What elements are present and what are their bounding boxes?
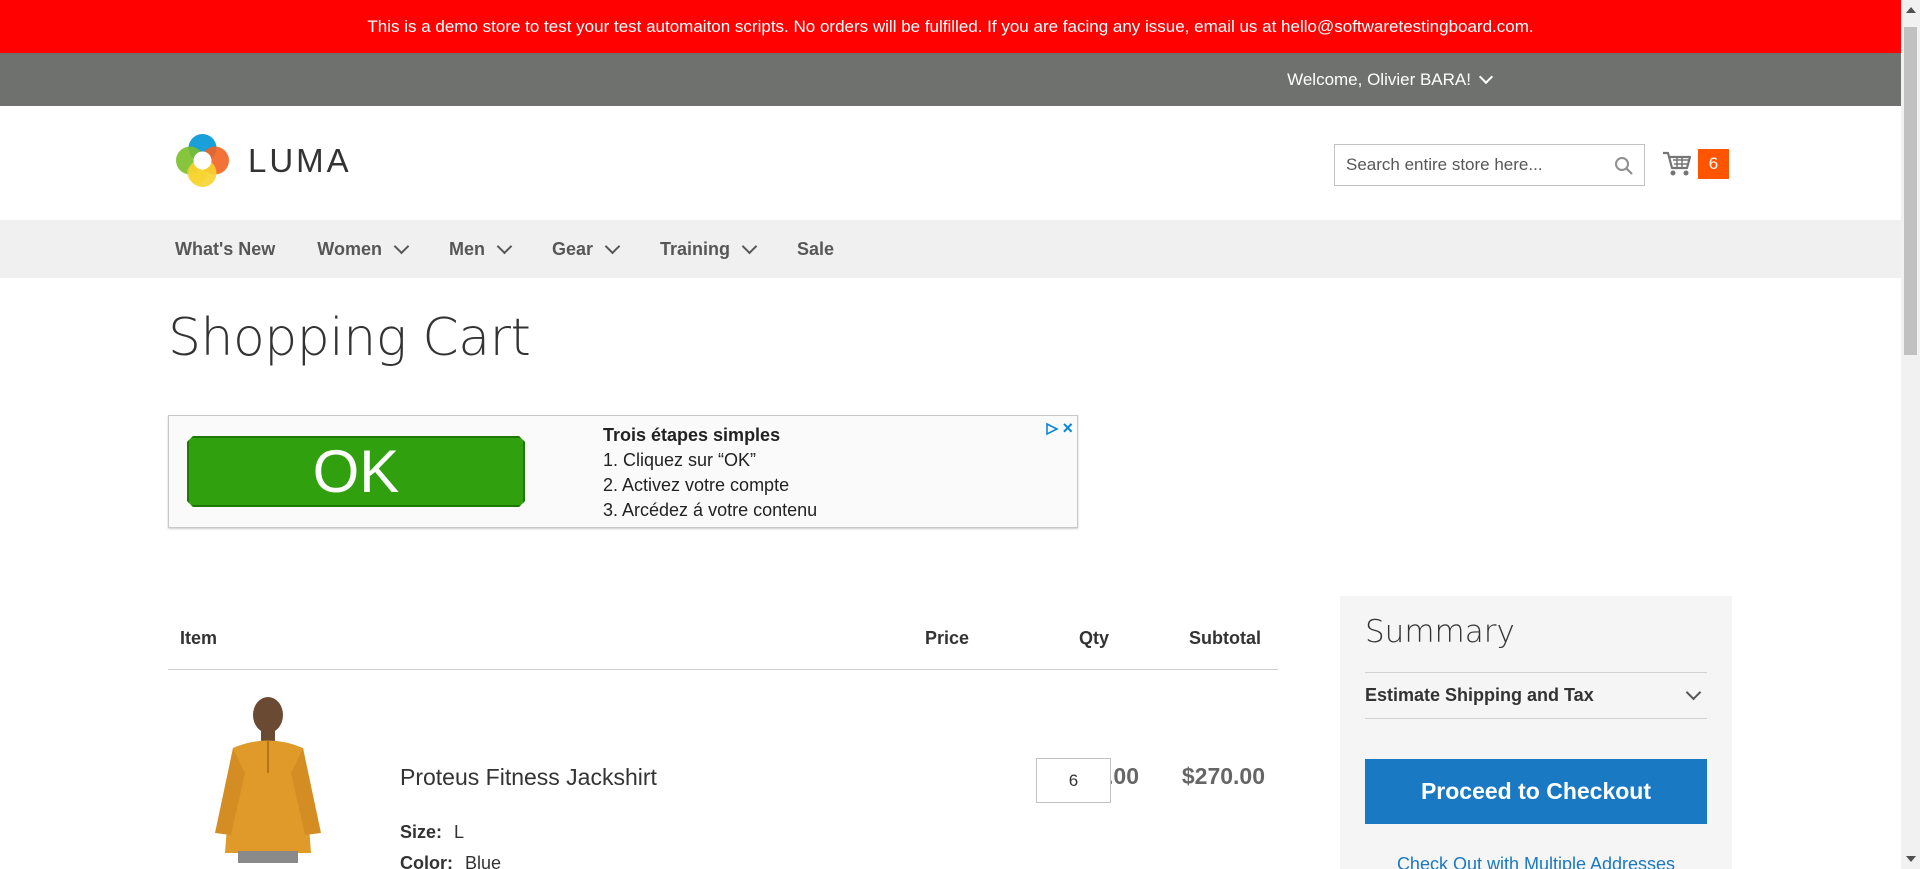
demo-notice-text: This is a demo store to test your test a… xyxy=(367,16,1534,36)
ad-choices[interactable]: × xyxy=(1045,418,1073,439)
cart-table-header: Item Price Qty Subtotal xyxy=(168,600,1278,670)
nav-item-whats-new[interactable]: What's New xyxy=(175,239,275,260)
chevron-down-icon xyxy=(496,238,513,254)
summary-title: Summary xyxy=(1365,614,1515,650)
nav-item-label: Training xyxy=(660,238,731,259)
store-logo[interactable]: LUMA xyxy=(175,133,352,188)
product-option-color: Color: Blue xyxy=(400,853,501,869)
nav-item-label: Gear xyxy=(551,238,593,259)
customer-menu[interactable]: Welcome, Olivier BARA! xyxy=(1287,53,1494,106)
cart-summary: Summary Estimate Shipping and Tax Procee… xyxy=(1340,596,1732,869)
option-label: Color: xyxy=(400,853,453,869)
proceed-to-checkout-button[interactable]: Proceed to Checkout xyxy=(1365,759,1707,824)
nav-item-label: What's New xyxy=(175,238,276,259)
nav-item-gear[interactable]: Gear xyxy=(551,238,621,260)
cart-count-badge[interactable]: 6 xyxy=(1698,149,1729,179)
welcome-text: Welcome, Olivier BARA! xyxy=(1287,69,1471,89)
nav-item-men[interactable]: Men xyxy=(448,238,513,260)
minicart[interactable]: 6 xyxy=(1662,149,1729,179)
ad-step: 1. Cliquez sur “OK” xyxy=(603,450,757,470)
estimate-shipping-label: Estimate Shipping and Tax xyxy=(1365,685,1594,705)
chevron-down-icon xyxy=(604,238,621,254)
nav-item-label: Women xyxy=(317,238,382,259)
option-value: Blue xyxy=(465,853,502,869)
main-navigation: What's New Women Men Gear Training Sale xyxy=(0,220,1901,278)
nav-item-label: Sale xyxy=(797,238,835,259)
multi-address-checkout-link[interactable]: Check Out with Multiple Addresses xyxy=(1340,854,1732,869)
chevron-down-icon[interactable] xyxy=(1478,69,1494,85)
cart-item-row: Proteus Fitness Jackshirt Size: L Color: B… xyxy=(168,670,1278,869)
scroll-down-arrow-icon[interactable] xyxy=(1906,856,1916,862)
nav-item-training[interactable]: Training xyxy=(660,238,758,260)
cart-table: Item Price Qty Subtotal Proteus Fitness … xyxy=(168,600,1278,869)
item-subtotal: $270.00 xyxy=(1181,763,1265,789)
chevron-down-icon xyxy=(741,238,758,254)
scrollbar-thumb[interactable] xyxy=(1904,27,1917,355)
option-value: L xyxy=(454,822,465,842)
chevron-down-icon xyxy=(393,238,410,254)
qty-input[interactable] xyxy=(1036,758,1111,803)
page-scrollbar[interactable] xyxy=(1901,0,1920,869)
nav-item-label: Men xyxy=(448,238,485,259)
ad-text: Trois étapes simples 1. Cliquez sur “OK”… xyxy=(603,423,817,523)
product-option-size: Size: L xyxy=(400,822,464,843)
column-header-item: Item xyxy=(180,628,218,648)
ad-step: 3. Arcédez á votre contenu xyxy=(603,500,818,520)
column-header-price: Price xyxy=(925,628,970,648)
advertisement-banner[interactable]: OK Trois étapes simples 1. Cliquez sur “… xyxy=(168,415,1078,528)
search-box[interactable] xyxy=(1334,144,1645,186)
product-name-link[interactable]: Proteus Fitness Jackshirt xyxy=(400,764,657,791)
ad-step: 2. Activez votre compte xyxy=(603,475,790,495)
ad-heading: Trois étapes simples xyxy=(603,425,781,445)
shopping-cart-icon[interactable] xyxy=(1662,150,1692,178)
logo-text: LUMA xyxy=(248,141,352,179)
scroll-up-arrow-icon[interactable] xyxy=(1906,7,1916,13)
nav-item-sale[interactable]: Sale xyxy=(797,239,834,260)
product-image[interactable] xyxy=(203,693,333,863)
close-icon[interactable]: × xyxy=(1062,418,1073,439)
chevron-down-icon[interactable] xyxy=(1685,684,1702,701)
luma-logo-icon xyxy=(176,134,229,187)
ad-choices-icon[interactable] xyxy=(1045,422,1060,436)
demo-notice: This is a demo store to test your test a… xyxy=(0,0,1901,53)
page-title: Shopping Cart xyxy=(168,308,531,368)
search-input[interactable] xyxy=(1335,155,1595,175)
column-header-qty: Qty xyxy=(1079,628,1110,648)
estimate-shipping-toggle[interactable]: Estimate Shipping and Tax xyxy=(1365,672,1707,719)
ad-ok-button[interactable]: OK xyxy=(187,436,525,507)
search-icon[interactable] xyxy=(1614,156,1634,176)
nav-item-women[interactable]: Women xyxy=(317,238,410,260)
option-label: Size: xyxy=(400,822,443,842)
top-panel-header: Welcome, Olivier BARA! xyxy=(0,53,1901,106)
column-header-subtotal: Subtotal xyxy=(1189,628,1261,648)
main-header: LUMA 6 xyxy=(0,106,1901,220)
